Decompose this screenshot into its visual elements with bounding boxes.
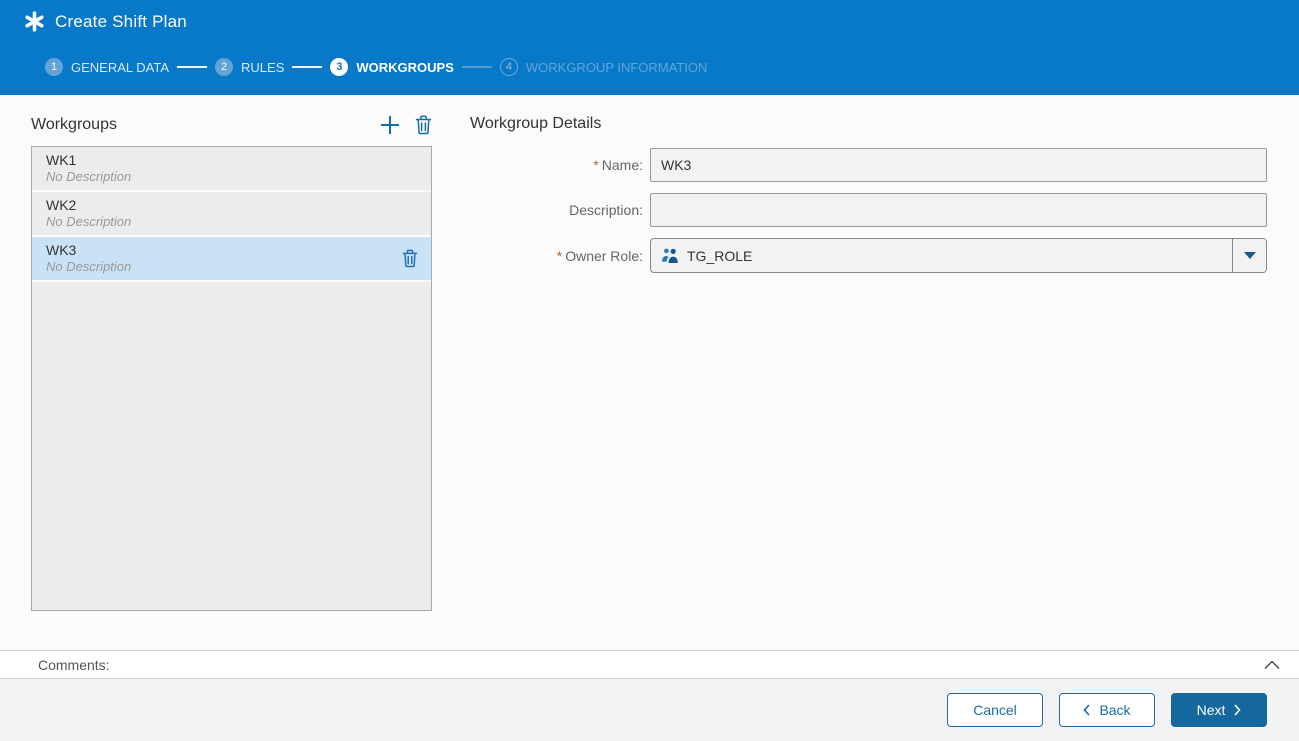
list-item-wk2[interactable]: WK2 No Description <box>32 192 431 237</box>
chevron-up-icon <box>1263 660 1281 670</box>
caret-down-icon <box>1244 252 1256 259</box>
required-marker: * <box>593 157 598 173</box>
name-label: *Name: <box>470 157 650 173</box>
page-title: Create Shift Plan <box>55 12 187 32</box>
step-rules[interactable]: 2 RULES <box>215 58 284 76</box>
step-number: 3 <box>330 58 348 76</box>
chevron-left-icon <box>1083 704 1090 716</box>
add-workgroup-button[interactable] <box>379 114 401 136</box>
asterisk-icon <box>24 11 45 32</box>
description-field[interactable] <box>650 193 1267 227</box>
step-general-data[interactable]: 1 GENERAL DATA <box>45 58 169 76</box>
workgroups-list: WK1 No Description WK2 No Description WK… <box>31 146 432 611</box>
workgroup-name: WK3 <box>46 242 417 258</box>
description-label: Description: <box>470 202 650 218</box>
main-content: Workgroups <box>0 95 1299 650</box>
step-number: 1 <box>45 58 63 76</box>
title-row: Create Shift Plan <box>24 11 187 32</box>
owner-role-dropdown-button[interactable] <box>1232 239 1266 272</box>
step-workgroups[interactable]: 3 WORKGROUPS <box>330 58 454 76</box>
plus-icon <box>379 114 401 136</box>
step-number: 2 <box>215 58 233 76</box>
workgroup-description: No Description <box>46 169 417 184</box>
workgroup-name: WK2 <box>46 197 417 213</box>
cancel-button[interactable]: Cancel <box>947 693 1043 727</box>
delete-workgroup-button[interactable] <box>415 115 432 135</box>
trash-icon <box>402 249 418 268</box>
chevron-right-icon <box>1234 704 1241 716</box>
step-label: WORKGROUP INFORMATION <box>526 60 708 75</box>
step-connector <box>462 66 492 68</box>
owner-role-label: *Owner Role: <box>470 248 650 264</box>
step-label: WORKGROUPS <box>356 60 454 75</box>
name-field[interactable] <box>650 148 1267 182</box>
owner-role-row: *Owner Role: TG_ROLE <box>470 238 1267 273</box>
workgroups-actions <box>379 114 432 136</box>
owner-role-text: TG_ROLE <box>687 248 752 264</box>
step-label: GENERAL DATA <box>71 60 169 75</box>
workgroup-details-form: *Name: Description: *Owner Role: <box>470 148 1267 284</box>
workgroups-title: Workgroups <box>31 116 117 134</box>
step-workgroup-information[interactable]: 4 WORKGROUP INFORMATION <box>500 58 708 76</box>
people-icon <box>661 248 680 264</box>
delete-row-button[interactable] <box>402 249 418 271</box>
required-marker: * <box>557 248 562 264</box>
name-row: *Name: <box>470 148 1267 182</box>
list-item-wk3[interactable]: WK3 No Description <box>32 237 431 282</box>
owner-role-value: TG_ROLE <box>651 239 1232 272</box>
workgroup-description: No Description <box>46 214 417 229</box>
workgroup-description: No Description <box>46 259 417 274</box>
next-button[interactable]: Next <box>1171 693 1267 727</box>
back-button-label: Back <box>1099 702 1130 718</box>
wizard-header: Create Shift Plan 1 GENERAL DATA 2 RULES… <box>0 0 1299 95</box>
step-connector <box>177 66 207 68</box>
comments-label: Comments: <box>38 657 110 673</box>
owner-role-combobox[interactable]: TG_ROLE <box>650 238 1267 273</box>
description-row: Description: <box>470 193 1267 227</box>
step-number: 4 <box>500 58 518 76</box>
cancel-button-label: Cancel <box>973 702 1017 718</box>
workgroup-name: WK1 <box>46 152 417 168</box>
workgroups-header: Workgroups <box>31 108 432 142</box>
next-button-label: Next <box>1197 702 1226 718</box>
step-connector <box>292 66 322 68</box>
list-item-wk1[interactable]: WK1 No Description <box>32 147 431 192</box>
wizard-stepper: 1 GENERAL DATA 2 RULES 3 WORKGROUPS 4 WO… <box>45 58 707 76</box>
step-label: RULES <box>241 60 284 75</box>
collapse-comments-button[interactable] <box>1263 660 1281 670</box>
footer-bar: Cancel Back Next <box>0 679 1299 741</box>
details-title: Workgroup Details <box>470 115 601 133</box>
comments-section-bar[interactable]: Comments: <box>0 650 1299 679</box>
trash-icon <box>415 115 432 135</box>
back-button[interactable]: Back <box>1059 693 1155 727</box>
create-shift-plan-dialog: Create Shift Plan 1 GENERAL DATA 2 RULES… <box>0 0 1299 741</box>
